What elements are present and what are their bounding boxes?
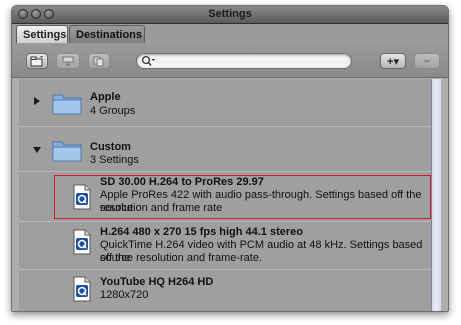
- setting-title: YouTube HQ H264 HD: [100, 276, 214, 288]
- tab-strip: Settings Destinations: [12, 24, 448, 43]
- setting-document-icon: [73, 229, 91, 255]
- setting-description-line: 1280x720: [100, 289, 149, 301]
- window-title: Settings: [208, 8, 252, 20]
- search-field[interactable]: [136, 53, 352, 69]
- vertical-scrollbar[interactable]: [431, 79, 441, 311]
- tab-destinations[interactable]: Destinations: [69, 25, 145, 43]
- setting-description-line: source resolution and frame-rate.: [100, 252, 263, 264]
- group-name: Custom: [90, 141, 131, 153]
- setting-document-icon: [73, 276, 91, 302]
- search-icon: [141, 55, 155, 66]
- group-count: 3 Settings: [90, 154, 139, 166]
- new-folder-icon: [30, 55, 43, 66]
- title-bar[interactable]: Settings: [12, 6, 448, 24]
- tab-settings[interactable]: Settings: [16, 25, 68, 43]
- folder-icon: [52, 141, 82, 162]
- group-name: Apple: [90, 91, 121, 103]
- row-divider: [19, 126, 431, 127]
- setting-title: H.264 480 x 270 15 fps high 44.1 stereo: [100, 226, 304, 238]
- disclosure-expanded-icon[interactable]: [33, 147, 41, 153]
- group-count: 4 Groups: [90, 105, 136, 117]
- duplicate-icon: [93, 56, 104, 66]
- setting-title: SD 30.00 H.264 to ProRes 29.97: [100, 176, 264, 188]
- apply-to-target-icon: [62, 56, 74, 66]
- remove-button[interactable]: −: [414, 53, 440, 69]
- new-folder-button[interactable]: [26, 53, 48, 69]
- add-menu-button[interactable]: +▾: [380, 53, 406, 69]
- duplicate-button[interactable]: [88, 53, 110, 69]
- search-input[interactable]: [159, 54, 347, 68]
- disclosure-collapsed-icon[interactable]: [34, 97, 40, 105]
- row-divider: [19, 221, 431, 222]
- setting-description-line: resolution and frame rate: [100, 202, 223, 214]
- setting-document-icon: [73, 184, 91, 210]
- row-divider: [19, 269, 431, 270]
- folder-icon: [52, 94, 82, 115]
- toolbar: +▾ −: [12, 43, 448, 78]
- settings-window: Settings Settings Destinations +▾ − Appl…: [11, 5, 449, 312]
- apply-to-target-button[interactable]: [56, 53, 80, 69]
- row-divider: [19, 171, 431, 172]
- settings-list: Apple 4 Groups Custom 3 Settings SD 30.0…: [19, 79, 431, 311]
